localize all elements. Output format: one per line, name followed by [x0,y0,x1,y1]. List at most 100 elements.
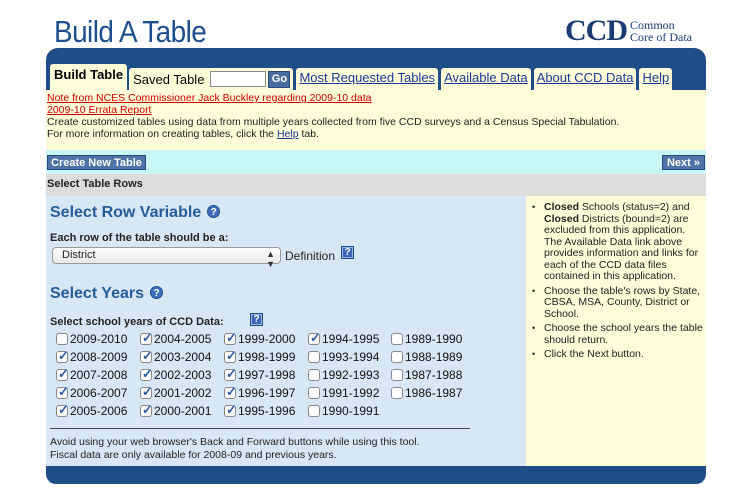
checkbox-icon[interactable] [224,384,237,400]
year-label: 2009-2010 [70,332,128,346]
checkbox-icon[interactable] [308,405,320,417]
checkbox-icon[interactable] [140,402,153,418]
checkbox-icon[interactable] [140,348,153,364]
checkbox-icon[interactable] [391,333,403,345]
checkbox-icon[interactable] [56,366,69,382]
year-option[interactable]: 2009-2010 [56,330,140,348]
tab-available-data[interactable]: Available Data [441,68,531,90]
year-option[interactable]: 1996-1997 [224,384,308,402]
checkbox-icon[interactable] [56,333,68,345]
checkbox-icon[interactable] [308,387,320,399]
year-option[interactable]: 2002-2003 [140,366,224,384]
closed-bold: Closed [544,212,580,225]
year-label: 1994-1995 [322,332,380,346]
year-option[interactable]: 1991-1992 [308,384,391,402]
select-arrow-icon: ▲ ▼ [266,249,275,269]
year-label: 2002-2003 [154,368,212,382]
year-option[interactable]: 2005-2006 [56,402,140,420]
instruction-item: Choose the table's rows by State, CBSA, … [532,285,704,321]
definition-help-icon[interactable]: ? [341,246,354,259]
bottom-bar [46,466,706,484]
year-label: 1991-1992 [322,386,380,400]
year-label: 1997-1998 [238,368,296,382]
tab-strip: Build Table Saved Table Go Most Requeste… [50,64,673,90]
year-label: 2001-2002 [154,386,212,400]
year-option[interactable]: 2004-2005 [140,330,224,348]
row-variable-select[interactable]: District ▲ ▼ [52,247,281,269]
row-variable-selected: District [62,249,96,261]
year-option[interactable]: 2007-2008 [56,366,140,384]
checkbox-icon[interactable] [224,330,237,346]
help-inline-link[interactable]: Help [277,128,299,140]
help-text-pre: For more information on creating tables,… [47,128,277,140]
checkbox-icon[interactable] [140,384,153,400]
year-option[interactable]: 2001-2002 [140,384,224,402]
year-label: 1988-1989 [405,350,463,364]
help-circle-icon[interactable]: ? [207,205,221,218]
year-option[interactable]: 1987-1988 [391,366,471,384]
year-option[interactable]: 2006-2007 [56,384,140,402]
checkbox-icon[interactable] [140,330,153,346]
checkbox-icon[interactable] [224,402,237,418]
section-title: Select Table Rows [46,174,706,196]
tab-about-ccd[interactable]: About CCD Data [533,68,637,90]
help-circle-icon[interactable]: ? [150,286,164,299]
year-option[interactable]: 1990-1991 [308,402,391,420]
footnotes: Avoid using your web browser's Back and … [50,436,420,462]
year-option[interactable]: 2003-2004 [140,348,224,366]
year-option[interactable]: 1999-2000 [224,330,308,348]
footnote-back-forward: Avoid using your web browser's Back and … [50,436,420,448]
year-label: 1990-1991 [322,404,380,418]
checkbox-icon[interactable] [140,366,153,382]
instruction-item: Closed Schools (status=2) and Closed Dis… [532,201,704,283]
year-label: 1993-1994 [322,350,380,364]
saved-table-label: Saved Table [133,71,205,87]
year-option[interactable]: 2000-2001 [140,402,224,420]
year-option[interactable]: 1993-1994 [308,348,391,366]
definition-label: Definition [285,249,336,263]
go-button[interactable]: Go [268,70,291,88]
checkbox-icon[interactable] [56,402,69,418]
year-option[interactable]: 1989-1990 [391,330,471,348]
logo-line-2: Core of Data [630,30,692,44]
row-variable-heading: Select Row Variable? [50,204,221,222]
ccd-logo[interactable]: CCD Common Core of Data [565,16,692,46]
instructions-sidebar: Closed Schools (status=2) and Closed Dis… [526,196,706,466]
help-text-post: tab. [298,128,319,140]
checkbox-icon[interactable] [308,369,320,381]
year-label: 2000-2001 [154,404,212,418]
tab-build-table[interactable]: Build Table [50,64,128,90]
year-label: 2003-2004 [154,350,212,364]
year-option[interactable]: 1997-1998 [224,366,308,384]
commissioner-note-link[interactable]: Note from NCES Commissioner Jack Buckley… [47,92,706,104]
checkbox-icon[interactable] [308,351,320,363]
years-help-icon[interactable]: ? [250,313,263,326]
year-option[interactable]: 1992-1993 [308,366,391,384]
checkbox-icon[interactable] [224,348,237,364]
year-label: 2008-2009 [70,350,128,364]
year-option[interactable]: 2008-2009 [56,348,140,366]
checkbox-icon[interactable] [391,387,403,399]
year-label: 2007-2008 [70,368,128,382]
checkbox-icon[interactable] [56,384,69,400]
checkbox-icon[interactable] [391,351,403,363]
tab-most-requested[interactable]: Most Requested Tables [296,68,439,90]
year-option[interactable]: 1994-1995 [308,330,391,348]
year-option[interactable]: 1998-1999 [224,348,308,366]
saved-table-group: Saved Table Go [129,68,294,90]
year-label: 2005-2006 [70,404,128,418]
years-grid: 2009-2010 2004-2005 1999-2000 1994-1995 1989… [56,330,471,420]
checkbox-icon[interactable] [308,330,321,346]
next-button[interactable]: Next » [661,155,705,170]
errata-report-link[interactable]: 2009-10 Errata Report [47,104,706,116]
create-new-table-button[interactable]: Create New Table [47,155,146,170]
checkbox-icon[interactable] [56,348,69,364]
year-option[interactable]: 1986-1987 [391,384,471,402]
checkbox-icon[interactable] [391,369,403,381]
checkbox-icon[interactable] [224,366,237,382]
saved-table-input[interactable] [210,71,267,87]
year-option[interactable]: 1995-1996 [224,402,308,420]
logo-subtitle: Common Core of Data [630,19,692,43]
year-option[interactable]: 1988-1989 [391,348,471,366]
tab-help[interactable]: Help [639,68,673,90]
